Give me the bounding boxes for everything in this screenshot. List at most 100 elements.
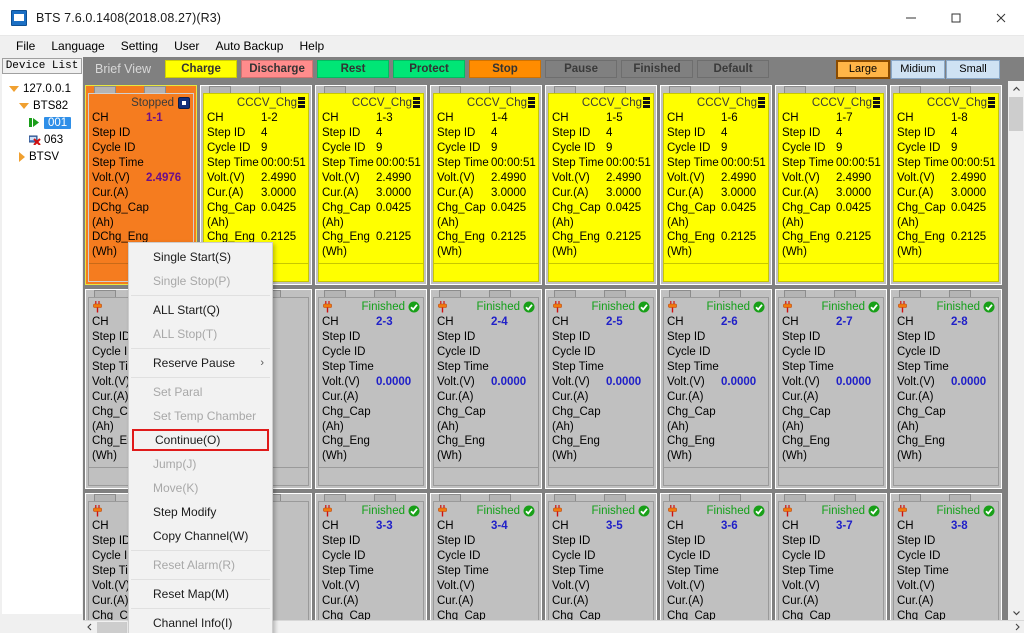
card-tab-right[interactable]: [834, 86, 856, 93]
card-tab-left[interactable]: [554, 290, 576, 297]
legend-default[interactable]: Default: [697, 60, 770, 78]
card-tab-right[interactable]: [489, 86, 511, 93]
channel-card-body[interactable]: CCCV_Chg CH 1-8 Step ID 4 Cycle ID 9 Step Time 0…: [893, 93, 999, 282]
maximize-button[interactable]: [933, 0, 978, 36]
card-tab-left[interactable]: [669, 290, 691, 297]
card-tab-left[interactable]: [554, 494, 576, 501]
legend-stop[interactable]: Stop: [469, 60, 542, 78]
channel-card[interactable]: CCCV_Chg CH 1-8 Step ID 4 Cycle ID 9 Step Time 0…: [890, 85, 1002, 285]
card-tab-left[interactable]: [94, 290, 116, 297]
channel-card-body[interactable]: Finished CH 2-8 Step ID Cycle ID Step Time Vol…: [893, 297, 999, 486]
vertical-scroll-track[interactable]: [1008, 97, 1024, 604]
legend-discharge[interactable]: Discharge: [241, 60, 314, 78]
card-tab-left[interactable]: [669, 86, 691, 93]
card-tab-left[interactable]: [94, 494, 116, 501]
card-tab-left[interactable]: [554, 86, 576, 93]
card-tab-left[interactable]: [439, 290, 461, 297]
card-tab-right[interactable]: [374, 86, 396, 93]
card-tab-right[interactable]: [604, 290, 626, 297]
card-tab-left[interactable]: [669, 494, 691, 501]
card-tab-right[interactable]: [834, 494, 856, 501]
horizontal-scroll-thumb[interactable]: [97, 621, 127, 633]
card-tab-right[interactable]: [604, 494, 626, 501]
card-tab-left[interactable]: [784, 494, 806, 501]
card-tab-right[interactable]: [259, 86, 281, 93]
size-button-large[interactable]: Large: [836, 59, 890, 79]
size-button-midium[interactable]: Midium: [891, 59, 945, 79]
card-tab-right[interactable]: [949, 494, 971, 501]
channel-card-body[interactable]: CCCV_Chg CH 1-6 Step ID 4 Cycle ID 9 Step Time 0…: [663, 93, 769, 282]
channel-card-body[interactable]: CCCV_Chg CH 1-4 Step ID 4 Cycle ID 9 Step Time 0…: [433, 93, 539, 282]
scroll-down-icon[interactable]: [1008, 604, 1024, 620]
card-tab-left[interactable]: [209, 86, 231, 93]
channel-card-body[interactable]: CCCV_Chg CH 1-7 Step ID 4 Cycle ID 9 Step Time 0…: [778, 93, 884, 282]
card-tab-right[interactable]: [834, 290, 856, 297]
device-tree-node-127-0-0-1[interactable]: 127.0.0.1: [3, 80, 81, 97]
channel-card[interactable]: Finished CH 3-4 Step ID Cycle ID Step Time Vol…: [430, 493, 542, 620]
channel-card-body[interactable]: Finished CH 2-3 Step ID Cycle ID Step Time Vol…: [318, 297, 424, 486]
card-tab-left[interactable]: [324, 290, 346, 297]
menu-item-user[interactable]: User: [166, 37, 207, 56]
menu-item-setting[interactable]: Setting: [113, 37, 166, 56]
card-tab-right[interactable]: [719, 86, 741, 93]
card-tab-left[interactable]: [899, 290, 921, 297]
card-tab-left[interactable]: [324, 86, 346, 93]
channel-card[interactable]: Finished CH 2-4 Step ID Cycle ID Step Time Vol…: [430, 289, 542, 489]
card-tab-right[interactable]: [719, 494, 741, 501]
channel-card[interactable]: Finished CH 3-5 Step ID Cycle ID Step Time Vol…: [545, 493, 657, 620]
context-menu-item-step-modify[interactable]: Step Modify: [129, 500, 272, 524]
context-menu-item-reset-map-m[interactable]: Reset Map(M): [129, 582, 272, 606]
device-tree-node-001[interactable]: 001: [3, 114, 81, 131]
channel-card-body[interactable]: Finished CH 3-7 Step ID Cycle ID Step Time Vol…: [778, 501, 884, 620]
card-tab-left[interactable]: [324, 494, 346, 501]
menu-item-help[interactable]: Help: [291, 37, 332, 56]
card-tab-right[interactable]: [719, 290, 741, 297]
channel-card[interactable]: CCCV_Chg CH 1-4 Step ID 4 Cycle ID 9 Step Time 0…: [430, 85, 542, 285]
channel-card[interactable]: CCCV_Chg CH 1-3 Step ID 4 Cycle ID 9 Step Time 0…: [315, 85, 427, 285]
caret-right-icon[interactable]: [19, 151, 25, 162]
card-tab-left[interactable]: [94, 86, 116, 93]
channel-card[interactable]: Finished CH 2-7 Step ID Cycle ID Step Time Vol…: [775, 289, 887, 489]
menu-item-auto-backup[interactable]: Auto Backup: [207, 37, 291, 56]
card-tab-right[interactable]: [374, 290, 396, 297]
channel-card-body[interactable]: Finished CH 2-5 Step ID Cycle ID Step Time Vol…: [548, 297, 654, 486]
size-button-small[interactable]: Small: [946, 59, 1000, 79]
close-button[interactable]: [978, 0, 1024, 36]
device-tree-node-bts82[interactable]: BTS82: [3, 97, 81, 114]
card-tab-right[interactable]: [489, 494, 511, 501]
card-tab-left[interactable]: [784, 86, 806, 93]
legend-rest[interactable]: Rest: [317, 60, 390, 78]
channel-card-body[interactable]: Finished CH 3-3 Step ID Cycle ID Step Time Vol…: [318, 501, 424, 620]
channel-card-body[interactable]: Finished CH 3-6 Step ID Cycle ID Step Time Vol…: [663, 501, 769, 620]
card-tab-right[interactable]: [489, 290, 511, 297]
legend-finished[interactable]: Finished: [621, 60, 694, 78]
channel-card[interactable]: Finished CH 3-6 Step ID Cycle ID Step Time Vol…: [660, 493, 772, 620]
channel-card[interactable]: Finished CH 2-5 Step ID Cycle ID Step Time Vol…: [545, 289, 657, 489]
card-tab-right[interactable]: [949, 86, 971, 93]
channel-card[interactable]: Finished CH 2-6 Step ID Cycle ID Step Time Vol…: [660, 289, 772, 489]
channel-card[interactable]: Finished CH 2-3 Step ID Cycle ID Step Time Vol…: [315, 289, 427, 489]
card-tab-left[interactable]: [439, 494, 461, 501]
context-menu-item-copy-channel-w[interactable]: Copy Channel(W): [129, 524, 272, 548]
channel-card[interactable]: CCCV_Chg CH 1-5 Step ID 4 Cycle ID 9 Step Time 0…: [545, 85, 657, 285]
context-menu-item-single-start-s[interactable]: Single Start(S): [129, 245, 272, 269]
card-tab-left[interactable]: [899, 494, 921, 501]
scroll-up-icon[interactable]: [1008, 81, 1024, 97]
card-tab-left[interactable]: [784, 290, 806, 297]
vertical-scroll-thumb[interactable]: [1009, 97, 1023, 131]
channel-card[interactable]: Finished CH 3-3 Step ID Cycle ID Step Time Vol…: [315, 493, 427, 620]
card-tab-right[interactable]: [949, 290, 971, 297]
card-tab-right[interactable]: [604, 86, 626, 93]
minimize-button[interactable]: [888, 0, 933, 36]
channel-card[interactable]: Finished CH 3-7 Step ID Cycle ID Step Time Vol…: [775, 493, 887, 620]
menu-item-language[interactable]: Language: [43, 37, 112, 56]
device-tree[interactable]: 127.0.0.1 BTS82 001 063 BTSV: [2, 74, 82, 614]
legend-charge[interactable]: Charge: [165, 60, 238, 78]
channel-card[interactable]: Finished CH 3-8 Step ID Cycle ID Step Time Vol…: [890, 493, 1002, 620]
vertical-scrollbar[interactable]: [1008, 81, 1024, 620]
channel-card[interactable]: CCCV_Chg CH 1-7 Step ID 4 Cycle ID 9 Step Time 0…: [775, 85, 887, 285]
channel-card[interactable]: CCCV_Chg CH 1-6 Step ID 4 Cycle ID 9 Step Time 0…: [660, 85, 772, 285]
menu-item-file[interactable]: File: [8, 37, 43, 56]
channel-card-body[interactable]: CCCV_Chg CH 1-5 Step ID 4 Cycle ID 9 Step Time 0…: [548, 93, 654, 282]
scroll-left-icon[interactable]: [83, 620, 97, 633]
